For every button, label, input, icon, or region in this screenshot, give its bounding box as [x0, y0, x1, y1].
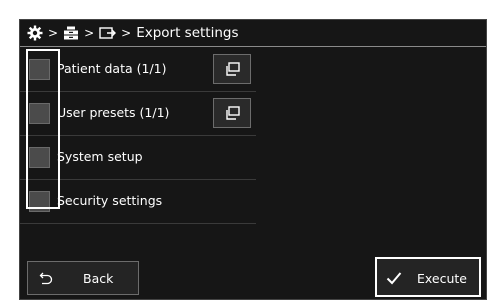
execute-button[interactable]: Execute: [375, 257, 481, 297]
breadcrumb-separator: >: [121, 26, 132, 40]
export-icon[interactable]: [99, 26, 117, 40]
header-divider: [20, 46, 486, 47]
breadcrumb: > > > Export settings: [27, 22, 239, 44]
popup-icon: [226, 106, 240, 120]
item-label: User presets (1/1): [57, 105, 170, 120]
return-icon: [39, 272, 53, 285]
page-title: Export settings: [136, 25, 239, 41]
checkmark-icon: [386, 272, 402, 285]
item-label: System setup: [57, 149, 143, 164]
checkbox-highlight-frame: [26, 49, 60, 209]
open-details-button[interactable]: [213, 98, 251, 128]
breadcrumb-separator: >: [48, 26, 59, 40]
back-button[interactable]: Back: [27, 261, 139, 295]
export-settings-screen: > > > Export settings Patient data (1/1): [19, 19, 487, 300]
execute-label: Execute: [417, 271, 467, 286]
item-label: Patient data (1/1): [57, 61, 167, 76]
gear-icon[interactable]: [27, 25, 43, 41]
item-label: Security settings: [57, 193, 163, 208]
breadcrumb-separator: >: [84, 26, 95, 40]
popup-icon: [226, 62, 240, 76]
back-label: Back: [83, 271, 114, 286]
device-icon[interactable]: [63, 26, 79, 40]
open-details-button[interactable]: [213, 54, 251, 84]
